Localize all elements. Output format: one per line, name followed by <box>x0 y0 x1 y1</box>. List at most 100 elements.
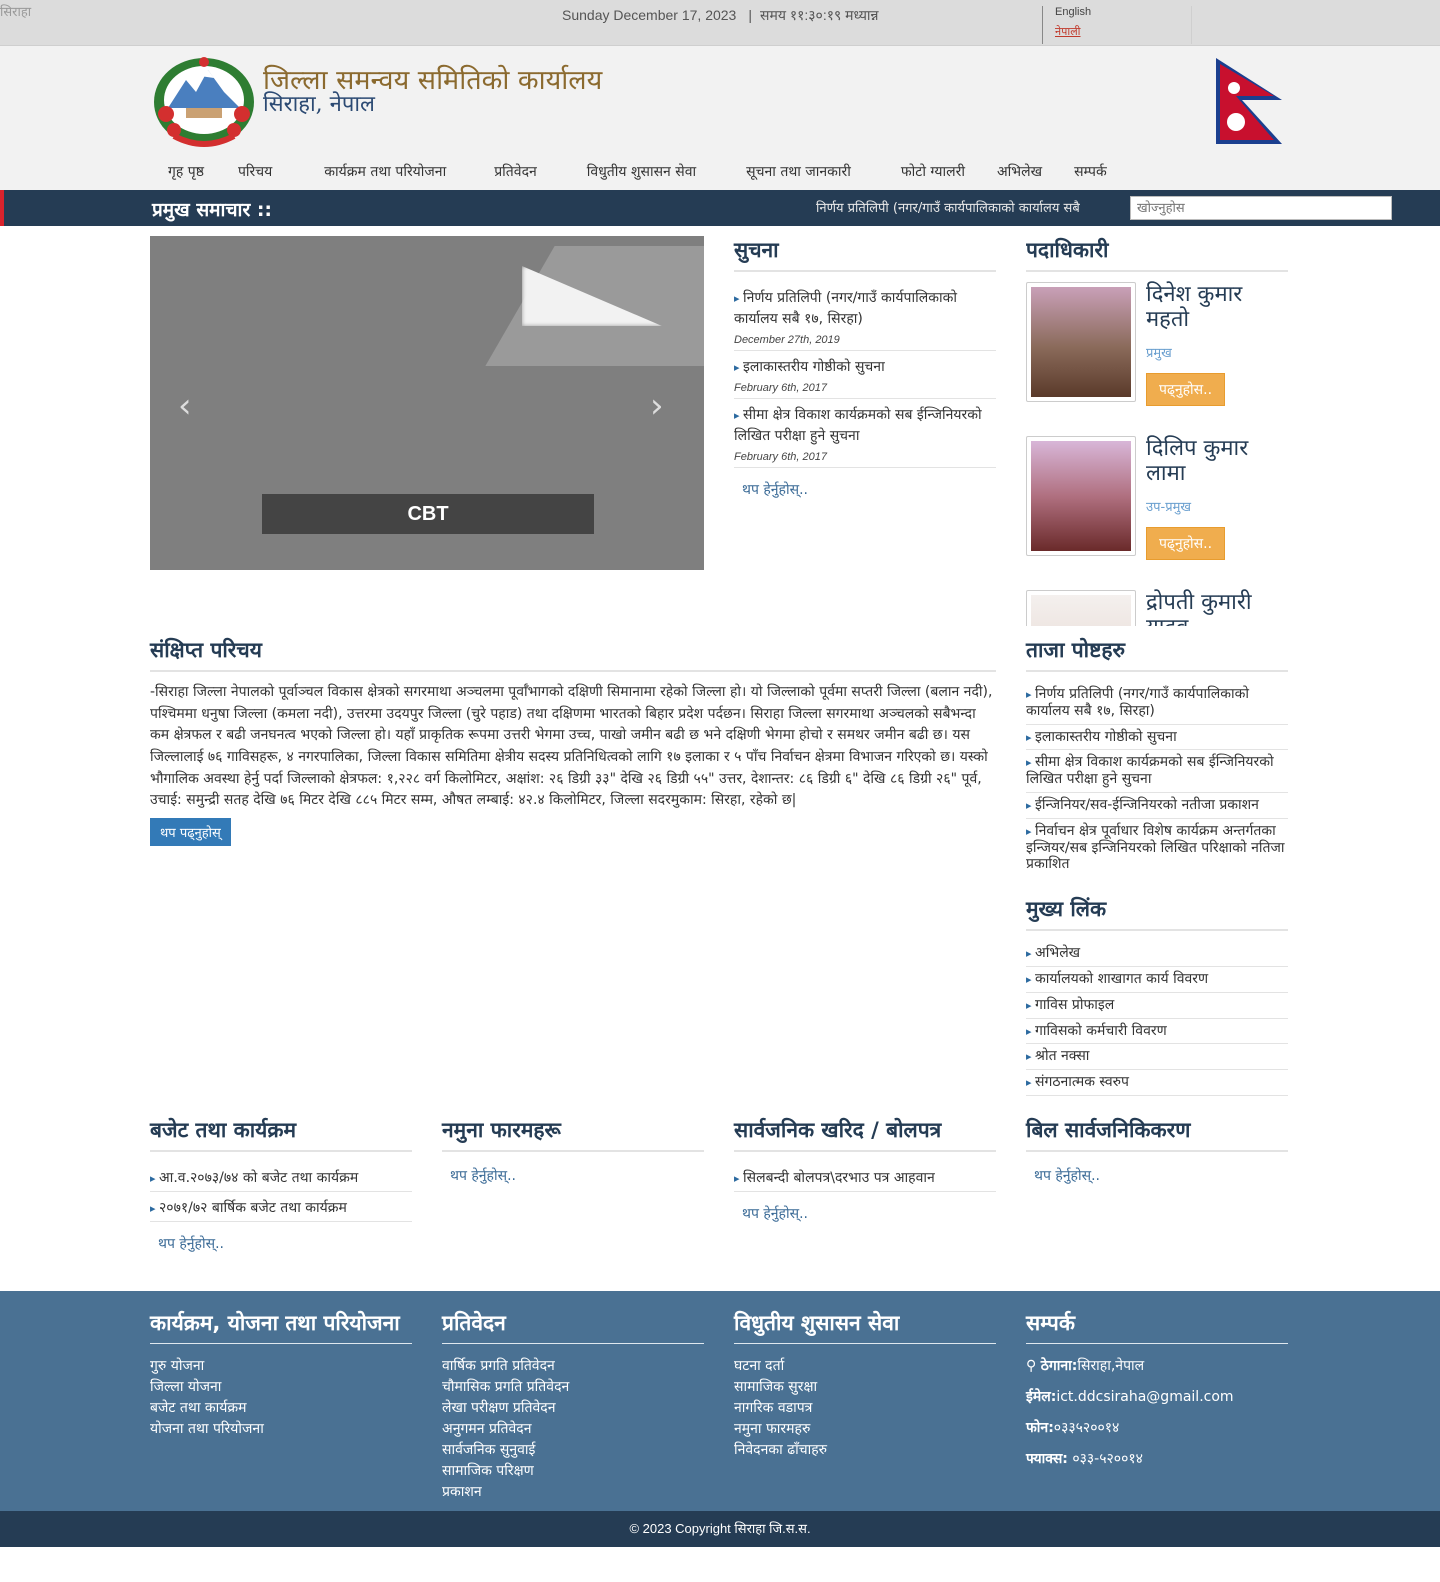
footer-link[interactable]: घटना दर्ता <box>734 1356 996 1377</box>
main-links-title: मुख्य लिंक <box>1026 895 1288 932</box>
notice-item: सीमा क्षेत्र विकाश कार्यक्रमको सब ईन्जिन… <box>734 399 996 468</box>
contact-email: ईमेल:ict.ddcsiraha@gmail.com <box>1026 1389 1234 1405</box>
latest-post-item[interactable]: ईन्जिनियर/सव-ईन्जिनियरको नतीजा प्रकाशन <box>1026 793 1288 819</box>
footer-link[interactable]: योजना तथा परियोजना <box>150 1419 412 1440</box>
nav-reports[interactable]: प्रतिवेदन <box>478 160 571 183</box>
footer-link[interactable]: अनुगमन प्रतिवेदन <box>442 1419 704 1440</box>
latest-post-item[interactable]: निर्णय प्रतिलिपी (नगर/गाउँ कार्यपालिकाको… <box>1026 682 1288 725</box>
footer-egov-title: विधुतीय शुसासन सेवा <box>734 1309 996 1344</box>
notice-link[interactable]: सीमा क्षेत्र विकाश कार्यक्रमको सब ईन्जिन… <box>734 407 982 444</box>
nav-photo-gallery[interactable]: फोटो ग्यालरी <box>885 160 981 183</box>
site-subtitle: सिराहा, नेपाल <box>263 92 375 117</box>
footer-link[interactable]: सार्वजनिक सुनुवाई <box>442 1440 704 1461</box>
notice-link[interactable]: इलाकास्तरीय गोष्ठीको सुचना <box>734 359 885 375</box>
official-name: द्रोपती कुमारी यादव <box>1146 590 1252 626</box>
footer-link[interactable]: प्रकाशन <box>442 1482 704 1503</box>
slider-prev-icon[interactable]: ‹ <box>178 386 192 426</box>
main-link-item[interactable]: कार्यालयको शाखागत कार्य विवरण <box>1026 967 1288 993</box>
nav-home[interactable]: गृह पृष्ठ <box>152 160 220 183</box>
footer-link[interactable]: सामाजिक सुरक्षा <box>734 1377 996 1398</box>
official-card: द्रोपती कुमारी यादव <box>1026 590 1288 626</box>
nav-information[interactable]: सूचना तथा जानकारी <box>730 160 885 183</box>
footer-contact-title: सम्पर्क <box>1026 1309 1288 1344</box>
main-link-item[interactable]: श्रोत नक्सा <box>1026 1044 1288 1071</box>
site-header: जिल्ला समन्वय समितिको कार्यालय सिराहा, न… <box>0 46 1440 190</box>
budget-section: बजेट तथा कार्यक्रम आ.व.२०७३/७४ को बजेट त… <box>150 1116 412 1265</box>
bills-section: बिल सार्वजनिकिकरण थप हेर्नुहोस्.. <box>1026 1116 1288 1197</box>
main-link-item[interactable]: अभिलेख <box>1026 941 1288 967</box>
procurement-section: सार्वजनिक खरिद / बोलपत्र सिलबन्दी बोलपत्… <box>734 1116 996 1235</box>
current-time: समय ११:३०:१९ मध्यान्न <box>759 7 879 23</box>
official-role: प्रमुख <box>1146 345 1172 361</box>
footer-link[interactable]: बजेट तथा कार्यक्रम <box>150 1398 412 1419</box>
main-link-item[interactable]: गाविस प्रोफाइल <box>1026 993 1288 1019</box>
footer-link[interactable]: निवेदनका ढाँचाहरु <box>734 1440 996 1461</box>
intro-section: संक्षिप्त परिचय -सिराहा जिल्ला नेपालको प… <box>150 636 996 847</box>
main-link-item[interactable]: गाविसको कर्मचारी विवरण <box>1026 1019 1288 1045</box>
latest-posts-title: ताजा पोष्टहरु <box>1026 636 1288 672</box>
forms-more-link[interactable]: थप हेर्नुहोस्.. <box>442 1162 704 1197</box>
contact-fax: फ्याक्स: ०३३-५२००१४ <box>1026 1451 1143 1467</box>
slide-caption: CBT <box>262 494 594 534</box>
footer-link[interactable]: वार्षिक प्रगति प्रतिवेदन <box>442 1356 704 1377</box>
intro-text: -सिराहा जिल्ला नेपालको पूर्वाञ्चल विकास … <box>150 684 993 809</box>
footer-link[interactable]: नमुना फारमहरु <box>734 1419 996 1440</box>
lang-nepali-link[interactable]: नेपाली <box>1055 24 1191 39</box>
lang-english-link[interactable]: English <box>1055 6 1191 18</box>
footer-link[interactable]: नागरिक वडापत्र <box>734 1398 996 1419</box>
slider-next-icon[interactable]: › <box>650 386 664 426</box>
search-input[interactable] <box>1130 196 1392 220</box>
main-link-item[interactable]: संगठनात्मक स्वरुप <box>1026 1070 1288 1096</box>
nav-programs[interactable]: कार्यक्रम तथा परियोजना <box>308 160 478 183</box>
forms-title: नमुना फारमहरू <box>442 1116 704 1152</box>
bills-more-link[interactable]: थप हेर्नुहोस्.. <box>1026 1162 1288 1197</box>
budget-item[interactable]: आ.व.२०७३/७४ को बजेट तथा कार्यक्रम <box>150 1162 412 1192</box>
official-photo <box>1026 590 1136 626</box>
intro-read-more-button[interactable]: थप पढ्नुहोस् <box>150 818 231 847</box>
date-time: Sunday December 17, 2023 | समय ११:३०:१९ मध… <box>562 6 887 25</box>
procurement-item[interactable]: सिलबन्दी बोलपत्र\दरभाउ पत्र आहवान <box>734 1162 996 1192</box>
official-read-button[interactable]: पढ्नुहोस.. <box>1146 372 1226 406</box>
news-ticker-bar: प्रमुख समाचार :: निर्णय प्रतिलिपी (नगर/ग… <box>0 190 1440 226</box>
footer-link[interactable]: गुरु योजना <box>150 1356 412 1377</box>
officials-title: पदाधिकारी <box>1026 236 1288 272</box>
latest-post-item[interactable]: सीमा क्षेत्र विकाश कार्यक्रमको सब ईन्जिन… <box>1026 750 1288 793</box>
nav-egovernance[interactable]: विधुतीय शुसासन सेवा <box>571 160 730 183</box>
budget-more-link[interactable]: थप हेर्नुहोस्.. <box>150 1222 412 1265</box>
email-link[interactable]: ict.ddcsiraha@gmail.com <box>1056 1389 1233 1405</box>
site-footer: कार्यक्रम, योजना तथा परियोजना गुरु योजना… <box>0 1291 1440 1511</box>
nepal-flag-icon <box>1216 58 1282 144</box>
contact-phone: फोन:०३३५२००१४ <box>1026 1420 1120 1436</box>
official-role: उप-प्रमुख <box>1146 499 1192 515</box>
notices-panel: सुचना निर्णय प्रतिलिपी (नगर/गाउँ कार्यपा… <box>734 236 996 511</box>
official-card: दिनेश कुमार महतो प्रमुख पढ्नुहोस.. <box>1026 282 1288 432</box>
nav-introduction[interactable]: परिचय <box>220 160 308 183</box>
nepal-emblem-icon[interactable] <box>152 56 256 148</box>
main-links-section: मुख्य लिंक अभिलेख कार्यालयको शाखागत कार्… <box>1026 895 1288 1096</box>
nav-archive[interactable]: अभिलेख <box>981 160 1058 183</box>
footer-link[interactable]: सामाजिक परिक्षण <box>442 1461 704 1482</box>
notice-date: February 6th, 2017 <box>734 451 827 463</box>
forms-section: नमुना फारमहरू थप हेर्नुहोस्.. <box>442 1116 704 1197</box>
budget-item[interactable]: २०७१/७२ बार्षिक बजेट तथा कार्यक्रम <box>150 1192 412 1222</box>
image-slider[interactable]: ‹ › CBT <box>150 236 704 570</box>
official-card: दिलिप कुमार लामा उप-प्रमुख पढ्नुहोस.. <box>1026 436 1288 586</box>
notice-date: December 27th, 2019 <box>734 334 840 346</box>
footer-contact: सम्पर्क ⚲ ठेगाना:सिराहा,नेपाल ईमेल:ict.d… <box>1026 1309 1288 1480</box>
procurement-more-link[interactable]: थप हेर्नुहोस्.. <box>734 1192 996 1235</box>
nav-contact[interactable]: सम्पर्क <box>1058 160 1123 183</box>
map-marker-icon: ⚲ <box>1026 1358 1037 1374</box>
official-read-button[interactable]: पढ्नुहोस.. <box>1146 526 1226 560</box>
notices-more-link[interactable]: थप हेर्नुहोस्.. <box>734 468 996 511</box>
notice-item: इलाकास्तरीय गोष्ठीको सुचना February 6th, … <box>734 351 996 399</box>
main-nav: गृह पृष्ठ परिचय कार्यक्रम तथा परियोजना प… <box>152 160 1123 183</box>
news-ticker-text[interactable]: निर्णय प्रतिलिपी (नगर/गाउँ कार्यपालिकाको… <box>816 198 1080 216</box>
footer-link[interactable]: लेखा परीक्षण प्रतिवेदन <box>442 1398 704 1419</box>
procurement-title: सार्वजनिक खरिद / बोलपत्र <box>734 1116 996 1152</box>
top-bar: सिराहा Sunday December 17, 2023 | समय ११:३… <box>0 0 1440 46</box>
notice-link[interactable]: निर्णय प्रतिलिपी (नगर/गाउँ कार्यपालिकाको… <box>734 290 957 327</box>
footer-link[interactable]: चौमासिक प्रगति प्रतिवेदन <box>442 1377 704 1398</box>
latest-post-item[interactable]: निर्वाचन क्षेत्र पूर्वाधार विशेष कार्यक्… <box>1026 819 1288 877</box>
footer-link[interactable]: जिल्ला योजना <box>150 1377 412 1398</box>
latest-post-item[interactable]: इलाकास्तरीय गोष्ठीको सुचना <box>1026 725 1288 751</box>
